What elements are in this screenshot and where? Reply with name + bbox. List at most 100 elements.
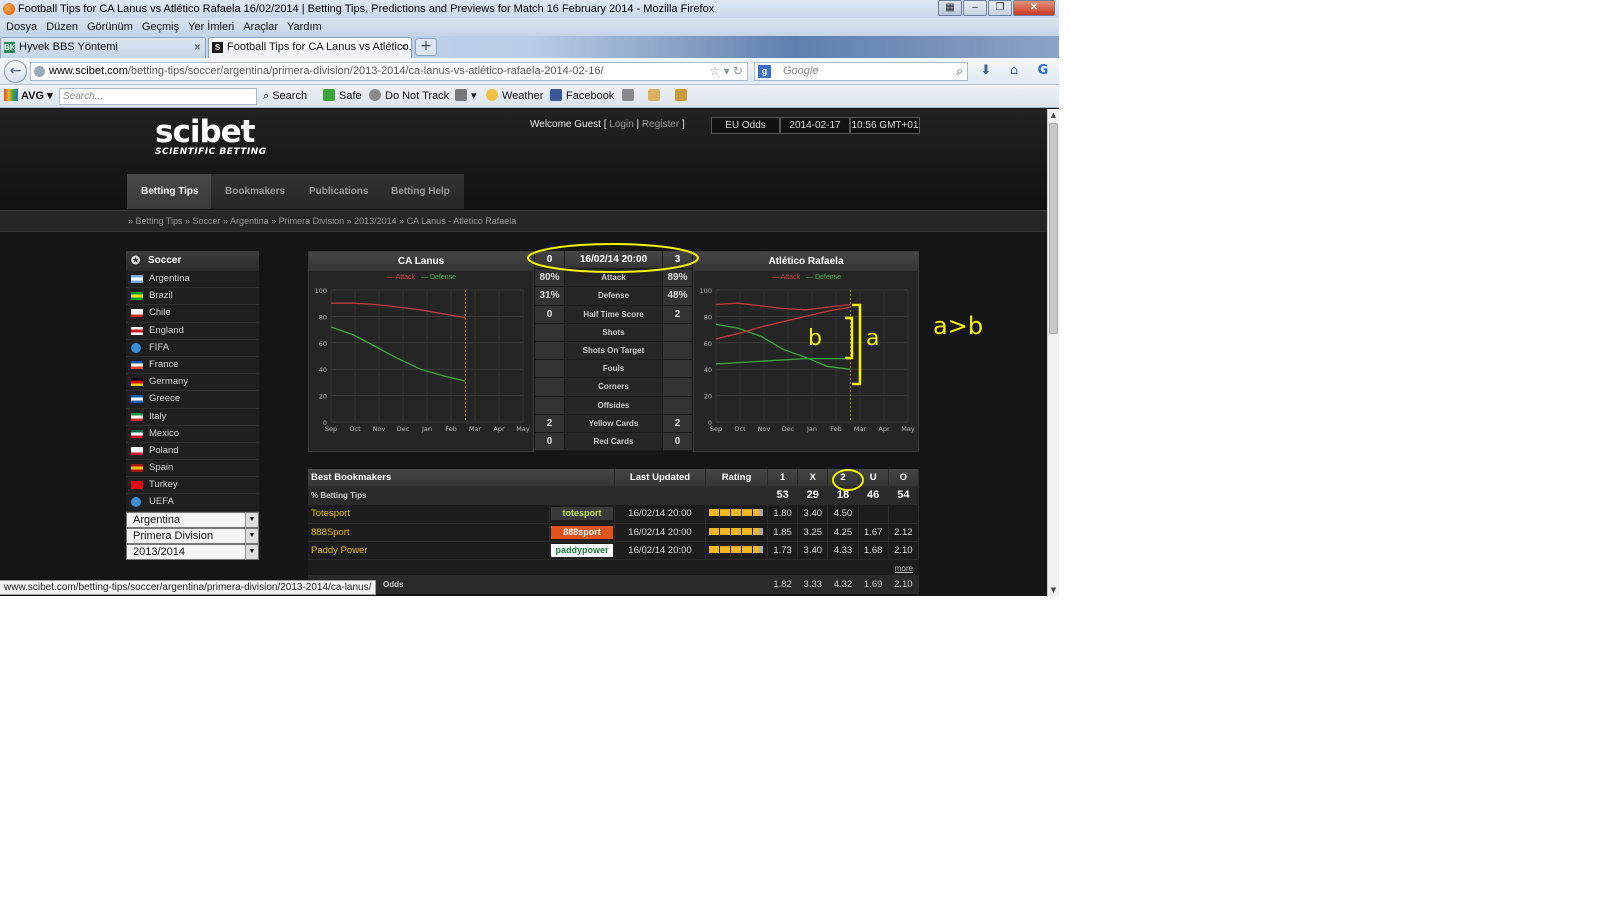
sidebar-item-italy[interactable]: Italy [126, 408, 259, 426]
scroll-up-icon[interactable]: ▲ [1048, 109, 1059, 121]
sidebar-item-fifa[interactable]: FIFA [126, 339, 259, 357]
country-select[interactable]: Argentina ▼ [126, 511, 259, 528]
stat-label: Corners [564, 378, 663, 396]
tab-hyvek[interactable]: BK Hyvek BBS Yöntemi × [0, 37, 206, 58]
address-bar[interactable]: www.scibet.com/betting-tips/soccer/argen… [30, 62, 748, 81]
close-button[interactable]: ✕ [1013, 0, 1055, 16]
tab-close-icon[interactable]: × [194, 38, 201, 57]
avg-search-input[interactable]: Search... [59, 88, 257, 105]
sidebar-title: Soccer [148, 255, 182, 266]
bookmaker-logo[interactable]: paddypower [551, 543, 613, 557]
legend-attack: — Attack [387, 274, 416, 281]
stat-away-value [663, 396, 692, 414]
league-select[interactable]: Primera Division ▼ [126, 527, 259, 544]
pct-value: 29 [798, 487, 829, 505]
sidebar-item-mexico[interactable]: Mexico [126, 425, 259, 443]
x-tick-label: May [901, 425, 915, 433]
odds-format-select[interactable]: EU Odds [711, 117, 780, 134]
trash-icon [455, 89, 467, 101]
sidebar-item-spain[interactable]: Spain [126, 460, 259, 478]
series-line-attack [715, 306, 851, 340]
odds-value: 1.80 [768, 505, 799, 523]
odds-value: 2.10 [889, 541, 919, 559]
search-icon[interactable]: ⌕ [956, 63, 963, 80]
scroll-down-icon[interactable]: ▼ [1048, 584, 1059, 596]
weather-button[interactable]: Weather [486, 85, 543, 107]
bookmark-star-icon[interactable]: ☆ ▾ ↻ [709, 63, 743, 80]
nav-betting-help[interactable]: Betting Help [377, 174, 464, 209]
breadcrumb[interactable]: » Betting Tips » Soccer » Argentina » Pr… [0, 210, 1047, 232]
home-form-chart: 100806040200Sep Oct Nov Dec Jan Feb Mar Apr May [315, 287, 530, 433]
bookmaker-logo[interactable]: totesport [551, 507, 613, 521]
season-select[interactable]: 2013/2014 ▼ [126, 543, 259, 560]
login-link[interactable]: Login [609, 119, 633, 130]
facebook-button[interactable]: Facebook [550, 85, 614, 107]
bookmaker-name-link[interactable]: 888Sport [308, 523, 550, 541]
download-icon[interactable]: ⬇ [978, 63, 994, 79]
sidebar-item-germany[interactable]: Germany [126, 374, 259, 392]
menu-file[interactable]: Dosya [5, 18, 45, 36]
avg-search-button[interactable]: ⌕ Search [263, 85, 307, 107]
new-tab-button[interactable]: + [415, 38, 437, 56]
menu-history[interactable]: Geçmiş [141, 18, 187, 36]
home-icon[interactable]: ⌂ [1006, 63, 1022, 79]
nav-betting-tips[interactable]: Betting Tips [127, 174, 213, 209]
bookmaker-row: Totesport totesport 16/02/14 20:00 1.80 3.40… [308, 505, 919, 524]
stat-away-value: 0 [663, 432, 692, 451]
menu-tools[interactable]: Araçlar [242, 18, 286, 36]
nav-bookmakers[interactable]: Bookmakers [211, 174, 300, 209]
trash-button[interactable]: ▾ [455, 85, 477, 107]
chevron-down-icon: ▼ [245, 512, 258, 527]
bookmaker-name-link[interactable]: Paddy Power [308, 541, 550, 559]
sidebar-item-france[interactable]: France [126, 356, 259, 375]
window-snap-icon[interactable]: ▦ [938, 0, 962, 16]
search-field[interactable]: g Google ⌕ [754, 62, 968, 81]
sidebar-item-poland[interactable]: Poland [126, 442, 259, 461]
odds-value: 3.40 [798, 505, 829, 523]
tab-scibet[interactable]: S Football Tips for CA Lanus vs Atlético… [208, 37, 412, 58]
sidebar-item-argentina[interactable]: Argentina [126, 271, 259, 289]
page-scrollbar[interactable]: ▲ ▼ [1047, 109, 1059, 596]
sidebar-item-turkey[interactable]: Turkey [126, 477, 259, 495]
x-tick-label: Mar [469, 425, 482, 433]
sidebar-item-greece[interactable]: Greece [126, 391, 259, 409]
notepad-button[interactable] [648, 85, 664, 107]
menu-bookmarks[interactable]: Yer İmleri [187, 18, 242, 36]
col-best-bookmakers: Best Bookmakers [308, 469, 615, 487]
minimize-button[interactable]: – [963, 0, 987, 16]
safe-button[interactable]: Safe [323, 85, 362, 107]
camera-button[interactable] [675, 85, 691, 107]
bookmaker-logo-cell: totesport [550, 505, 615, 523]
nav-publications[interactable]: Publications [295, 174, 383, 209]
menu-help[interactable]: Yardım [286, 18, 330, 36]
scroll-thumb[interactable] [1049, 123, 1058, 334]
sidebar-item-england[interactable]: England [126, 322, 259, 340]
home-team-name[interactable]: CA Lanus [309, 252, 533, 271]
calculator-button[interactable] [622, 85, 638, 107]
register-link[interactable]: Register [642, 119, 679, 130]
menu-edit[interactable]: Düzen [45, 18, 86, 36]
sidebar-item-brazil[interactable]: Brazil [126, 288, 259, 306]
menu-view[interactable]: Görünüm [86, 18, 141, 36]
site-identity-icon[interactable] [34, 66, 45, 77]
scibet-logo[interactable]: scibet SCIENTIFIC BETTING [155, 117, 267, 157]
away-team-name[interactable]: Atlético Rafaela [694, 252, 918, 271]
bookmaker-name-link[interactable]: Totesport [308, 505, 550, 523]
more-link[interactable]: more [308, 560, 919, 575]
avg-menu[interactable]: AVG ▾ [4, 85, 53, 107]
bookmaker-logo[interactable]: 888sport [551, 525, 613, 539]
col-over: O [889, 469, 919, 487]
tab-close-icon[interactable]: × [400, 38, 407, 57]
do-not-track-button[interactable]: Do Not Track [369, 85, 449, 107]
sidebar-item-chile[interactable]: Chile [126, 305, 259, 323]
dnt-label: Do Not Track [385, 90, 450, 102]
sidebar-item-uefa[interactable]: UEFA [126, 494, 259, 512]
addon-icon[interactable]: G [1035, 63, 1051, 79]
search-engine-icon[interactable]: g [758, 65, 771, 78]
stat-row: 80% Attack 89% [535, 269, 692, 288]
stat-row: Shots On Target [535, 341, 692, 361]
tab-favicon: BK [4, 42, 16, 53]
back-button[interactable]: ← [4, 60, 27, 83]
stat-row: Offsides [535, 396, 692, 415]
maximize-button[interactable]: ❐ [988, 0, 1012, 16]
